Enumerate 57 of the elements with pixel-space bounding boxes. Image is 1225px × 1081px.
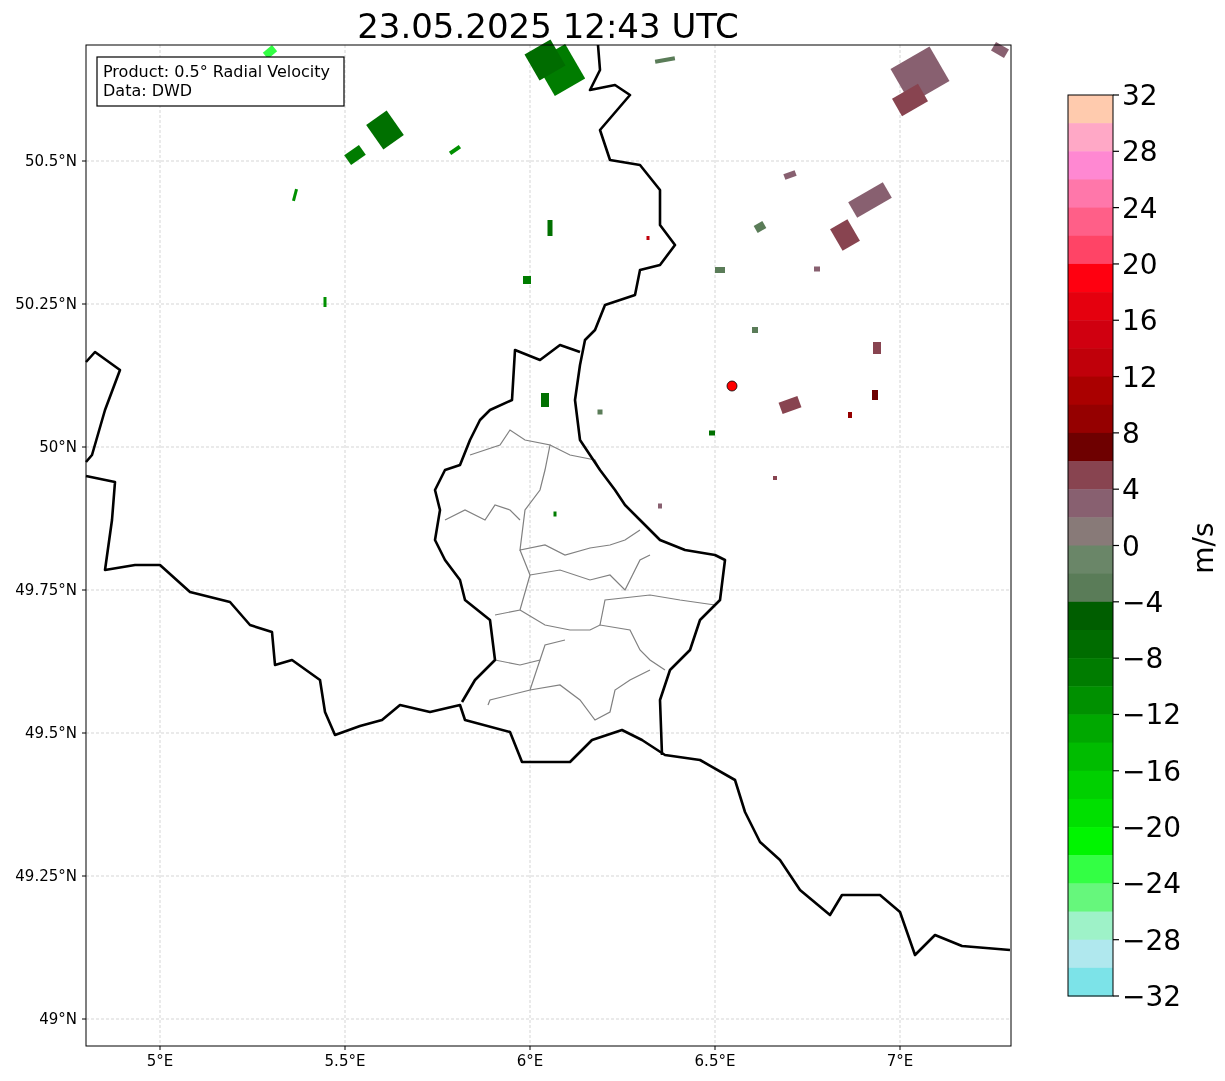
radar-site-marker	[726, 380, 738, 392]
colorbar-tick-label: 32	[1122, 79, 1158, 112]
colorbar-tick-label: −24	[1122, 867, 1182, 901]
latitude-label: 49.75°N	[15, 581, 77, 599]
colorbar-tick-label: 20	[1122, 247, 1158, 281]
radar-echo	[262, 45, 278, 59]
colorbar-tick-label: −8	[1122, 642, 1164, 676]
colorbar-unit: m/s	[1187, 522, 1220, 574]
colorbar-tick-label: 16	[1122, 304, 1158, 338]
colorbar-tick-label: 24	[1122, 191, 1158, 225]
radar-echo	[547, 220, 553, 236]
radar-echo	[553, 511, 557, 517]
radar-echo	[448, 144, 462, 156]
colorbar-tick-label: −16	[1122, 754, 1182, 788]
radar-echo	[597, 409, 603, 415]
colorbar-tick-label: 8	[1122, 416, 1140, 450]
plot-title: 23.05.2025 12:43 UTC	[357, 6, 739, 46]
radar-echo	[848, 412, 852, 418]
radar-echo	[991, 41, 1009, 59]
radar-echo	[292, 188, 298, 202]
radar-echo	[753, 221, 767, 233]
longitude-label: 7°E	[886, 1052, 914, 1070]
longitude-label: 5.5°E	[324, 1052, 366, 1070]
latitude-label: 50.5°N	[24, 152, 77, 170]
longitude-label: 5°E	[146, 1052, 174, 1070]
radar-echo	[752, 327, 758, 333]
colorbar-tick-label: −12	[1122, 698, 1182, 732]
latitude-label: 49.5°N	[24, 724, 77, 742]
colorbar-tick-label: 4	[1122, 473, 1140, 507]
latitude-label: 50°N	[39, 438, 77, 456]
radar-echo	[814, 266, 820, 272]
radar-echo	[646, 236, 650, 240]
colorbar-tick-label: 28	[1122, 135, 1158, 169]
info-text: Product: 0.5° Radial Velocity	[103, 62, 331, 81]
radar-echo	[323, 297, 327, 307]
radar-echo	[541, 393, 549, 407]
latitude-label: 49.25°N	[15, 867, 77, 885]
radar-echo	[654, 56, 676, 64]
radar-echo	[523, 276, 531, 284]
colorbar-tick-label: −20	[1122, 811, 1182, 845]
radar-echo	[872, 390, 878, 400]
radar-echo	[709, 430, 715, 436]
radar-echo	[873, 342, 881, 354]
info-text: Data: DWD	[103, 81, 193, 100]
radar-echo	[658, 503, 662, 509]
colorbar-tick-label: 0	[1122, 529, 1140, 563]
longitude-label: 6.5°E	[694, 1052, 736, 1070]
colorbar-tick-label: −4	[1122, 585, 1164, 619]
longitude-label: 6°E	[516, 1052, 544, 1070]
colorbar-tick-label: −32	[1122, 980, 1182, 1013]
radar-echo	[783, 170, 797, 180]
latitude-label: 49°N	[39, 1010, 77, 1028]
colorbar-tick-label: 12	[1122, 360, 1158, 394]
colorbar-tick-label: −28	[1122, 923, 1182, 957]
latitude-label: 50.25°N	[15, 295, 77, 313]
radar-echo	[715, 267, 725, 273]
radar-echo	[773, 476, 777, 480]
